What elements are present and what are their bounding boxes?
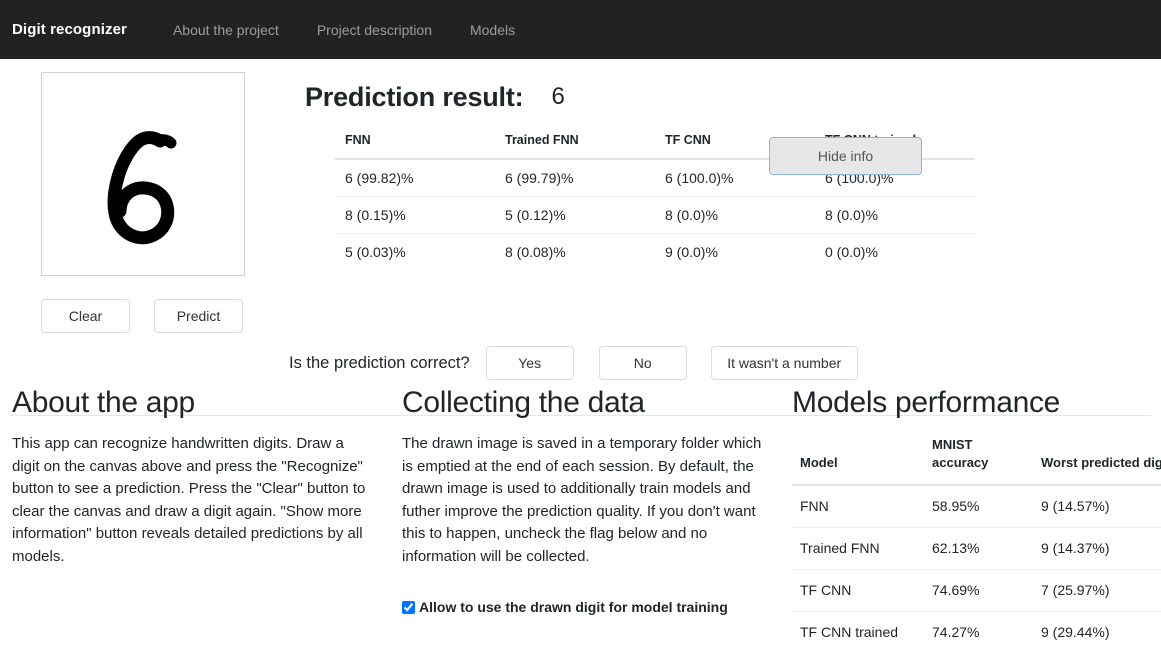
table-row: Trained FNN 62.13% 9 (14.37%) [792,528,1161,570]
brand-title[interactable]: Digit recognizer [12,21,127,38]
canvas-buttons: Clear Predict [41,299,247,333]
column-header-mnist-accuracy: MNIST accuracy [924,434,1033,485]
performance-table-head: Model MNIST accuracy Worst predicted dig… [792,434,1161,485]
confirmation-row: Is the prediction correct? Yes No It was… [289,346,858,380]
cell-trained-fnn-3: 8 (0.08)% [495,234,655,271]
clear-button[interactable]: Clear [41,299,130,333]
cell-tf-cnn-3: 9 (0.0)% [655,234,815,271]
cell-model-3: TF CNN [792,570,924,612]
collecting-body-text: The drawn image is saved in a temporary … [402,433,762,568]
cell-model-1: FNN [792,485,924,528]
cell-accuracy-2: 62.13% [924,528,1033,570]
cell-tf-cnn-trained-3: 0 (0.0)% [815,234,975,271]
performance-table-body: FNN 58.95% 9 (14.57%) Trained FNN 62.13%… [792,485,1161,653]
cell-tf-cnn-trained-2: 8 (0.0)% [815,197,975,234]
cell-model-2: Trained FNN [792,528,924,570]
column-header-model: Model [792,434,924,485]
column-header-worst-predicted-digit: Worst predicted digit [1033,434,1161,485]
bottom-section: About the app This app can recognize han… [0,386,1161,653]
prediction-result-label: Prediction result: [305,82,523,113]
navbar: Digit recognizer About the project Proje… [0,0,1161,59]
about-heading: About the app [12,386,372,420]
cell-trained-fnn-2: 5 (0.12)% [495,197,655,234]
hide-info-button[interactable]: Hide info [769,137,922,175]
cell-model-4: TF CNN trained [792,612,924,654]
models-performance-table: Model MNIST accuracy Worst predicted dig… [792,434,1161,653]
prediction-table-body: 6 (99.82)% 6 (99.79)% 6 (100.0)% 6 (100.… [335,159,975,270]
about-the-app-column: About the app This app can recognize han… [0,386,392,653]
table-row: TF CNN 74.69% 7 (25.97%) [792,570,1161,612]
cell-accuracy-3: 74.69% [924,570,1033,612]
about-body-text: This app can recognize handwritten digit… [12,433,372,568]
drawn-digit-six-icon [42,73,244,275]
table-row: TF CNN trained 74.27% 9 (29.44%) [792,612,1161,654]
predict-button[interactable]: Predict [154,299,243,333]
canvas-column: Clear Predict [41,72,247,333]
cell-fnn-1: 6 (99.82)% [335,159,495,197]
prediction-column: Prediction result: 6 Hide info FNN Train… [305,77,1125,270]
table-header-row: Model MNIST accuracy Worst predicted dig… [792,434,1161,485]
no-button[interactable]: No [599,346,687,380]
allow-training-checkbox[interactable] [402,601,415,614]
allow-training-checkbox-row: Allow to use the drawn digit for model t… [402,599,762,615]
not-a-number-button[interactable]: It wasn't a number [711,346,858,380]
nav-links: About the project Project description Mo… [173,22,515,38]
cell-accuracy-4: 74.27% [924,612,1033,654]
prediction-result-value: 6 [551,83,564,111]
nav-link-project-description[interactable]: Project description [317,22,432,38]
cell-worst-3: 7 (25.97%) [1033,570,1161,612]
nav-link-models[interactable]: Models [470,22,515,38]
cell-worst-2: 9 (14.37%) [1033,528,1161,570]
cell-tf-cnn-2: 8 (0.0)% [655,197,815,234]
table-row: FNN 58.95% 9 (14.57%) [792,485,1161,528]
cell-trained-fnn-1: 6 (99.79)% [495,159,655,197]
prediction-header: Prediction result: 6 [305,77,1125,117]
yes-button[interactable]: Yes [486,346,574,380]
allow-training-label[interactable]: Allow to use the drawn digit for model t… [419,599,728,615]
cell-worst-1: 9 (14.57%) [1033,485,1161,528]
table-row: 5 (0.03)% 8 (0.08)% 9 (0.0)% 0 (0.0)% [335,234,975,271]
cell-accuracy-1: 58.95% [924,485,1033,528]
cell-worst-4: 9 (29.44%) [1033,612,1161,654]
collecting-the-data-column: Collecting the data The drawn image is s… [392,386,784,653]
models-performance-heading: Models performance [792,386,1161,420]
cell-fnn-3: 5 (0.03)% [335,234,495,271]
nav-link-about-the-project[interactable]: About the project [173,22,279,38]
column-header-trained-fnn: Trained FNN [495,131,655,159]
column-header-fnn: FNN [335,131,495,159]
table-row: 8 (0.15)% 5 (0.12)% 8 (0.0)% 8 (0.0)% [335,197,975,234]
collecting-heading: Collecting the data [402,386,762,420]
confirmation-question: Is the prediction correct? [289,354,470,373]
drawing-canvas[interactable] [41,72,245,276]
cell-fnn-2: 8 (0.15)% [335,197,495,234]
models-performance-column: Models performance Model MNIST accuracy … [784,386,1161,653]
